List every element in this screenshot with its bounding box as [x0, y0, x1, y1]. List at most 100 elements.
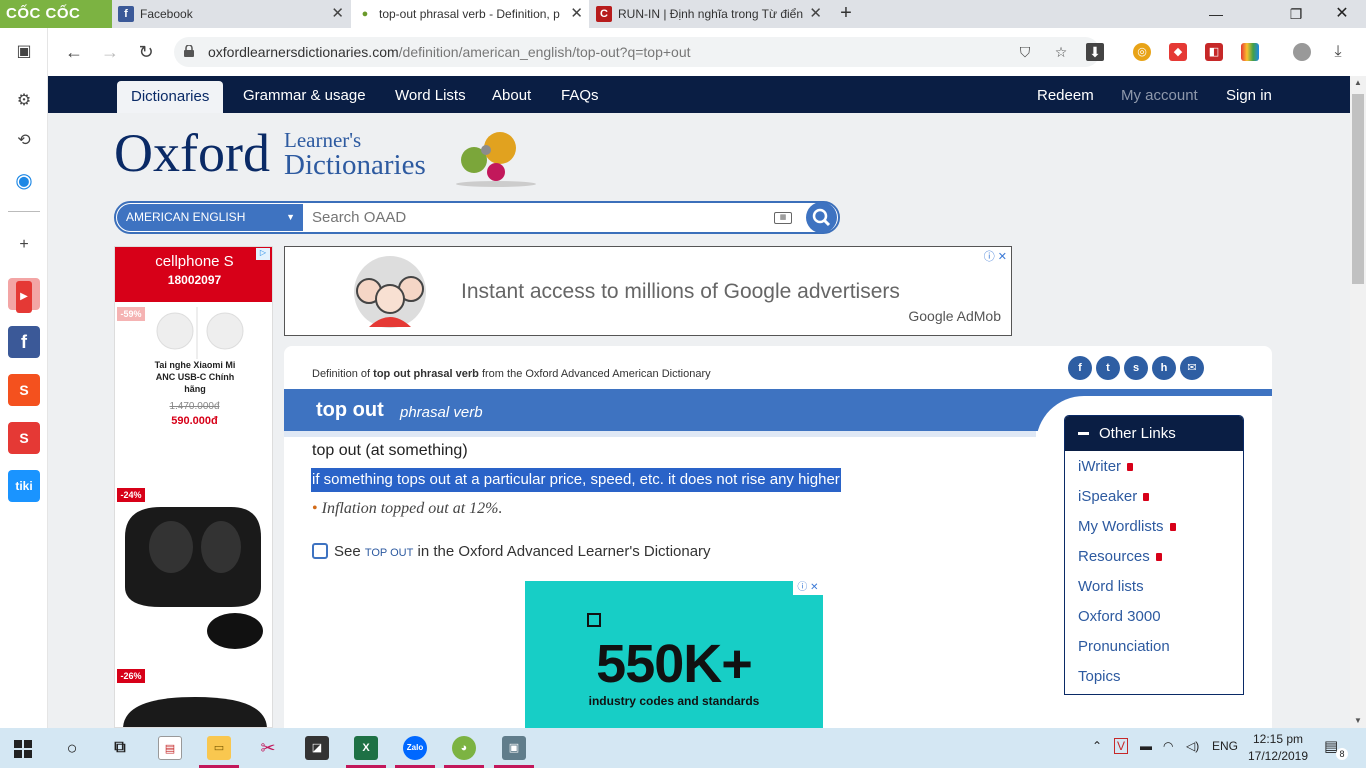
sidebar-toggle-icon[interactable]: ▣: [8, 36, 40, 68]
extension-red-icon[interactable]: ◧: [1205, 43, 1223, 61]
close-tab-icon[interactable]: ✕: [331, 0, 344, 28]
volume-icon[interactable]: ◁): [1186, 739, 1199, 753]
nav-grammar[interactable]: Grammar & usage: [243, 76, 366, 113]
adchoices-close-icon[interactable]: ⓘ ✕: [793, 581, 823, 595]
profile-avatar[interactable]: [1293, 43, 1311, 61]
task-view-icon[interactable]: ⧉: [108, 736, 132, 760]
facebook-share-icon[interactable]: f: [1068, 356, 1092, 380]
zalo-icon[interactable]: Zalo: [403, 736, 427, 760]
close-tab-icon[interactable]: ✕: [570, 0, 583, 28]
link-pronunciation[interactable]: Pronunciation: [1078, 638, 1170, 655]
twitter-share-icon[interactable]: t: [1096, 356, 1120, 380]
see-link[interactable]: TOP OUT: [365, 547, 414, 559]
sticky-app-icon[interactable]: ◪: [305, 736, 329, 760]
close-tab-icon[interactable]: ✕: [809, 0, 822, 28]
clock-time: 12:15 pm: [1252, 732, 1304, 746]
address-bar[interactable]: oxfordlearnersdictionaries.com/definitio…: [174, 37, 1104, 67]
dictionary-select[interactable]: AMERICAN ENGLISH ▼: [117, 204, 303, 231]
source-suffix: from the Oxford Advanced American Dictio…: [478, 368, 711, 380]
tab-cambridge[interactable]: C RUN-IN | Định nghĩa trong Từ điển ✕: [590, 0, 828, 28]
top-ad[interactable]: Instant access to millions of Google adv…: [284, 246, 1012, 336]
file-explorer-icon[interactable]: ▭: [207, 736, 231, 760]
scrollbar-thumb[interactable]: [1352, 94, 1364, 284]
nav-word-lists[interactable]: Word Lists: [395, 76, 466, 113]
nav-redeem[interactable]: Redeem: [1037, 76, 1094, 113]
nav-about[interactable]: About: [492, 76, 531, 113]
shopee-icon[interactable]: S: [8, 374, 40, 406]
download-page-icon[interactable]: ⬇: [1086, 43, 1104, 61]
reload-button[interactable]: ↻: [134, 40, 158, 64]
nav-faqs[interactable]: FAQs: [561, 76, 599, 113]
clock[interactable]: 12:15 pm 17/12/2019: [1246, 731, 1310, 765]
new-tab-button[interactable]: +: [836, 0, 856, 28]
adchoices-close-icon[interactable]: ⓘ ✕: [984, 248, 1007, 264]
windows-start-icon[interactable]: [14, 740, 32, 758]
app-icon[interactable]: ▤: [158, 736, 182, 760]
nav-my-account[interactable]: My account: [1121, 76, 1198, 113]
link-iwriter[interactable]: iWriter: [1078, 458, 1134, 475]
keyboard-icon[interactable]: ▦: [774, 212, 792, 224]
link-resources[interactable]: Resources: [1078, 548, 1162, 565]
nav-sign-in[interactable]: Sign in: [1226, 76, 1272, 113]
tab-oxford[interactable]: ● top-out phrasal verb - Definition, p ✕: [351, 0, 589, 28]
url-text[interactable]: oxfordlearnersdictionaries.com/definitio…: [208, 37, 691, 67]
bottom-ad[interactable]: ⓘ ✕ 550K+ industry codes and standards: [525, 581, 823, 728]
add-icon[interactable]: +: [8, 229, 40, 261]
page-scrollbar[interactable]: ▲ ▼: [1350, 76, 1366, 728]
facebook-sidebar-icon[interactable]: f: [8, 326, 40, 358]
star-icon[interactable]: ☆: [1052, 43, 1070, 61]
stumbleupon-share-icon[interactable]: s: [1124, 356, 1148, 380]
close-window-button[interactable]: ✕: [1322, 0, 1362, 28]
shield-icon[interactable]: ⛉: [1016, 43, 1034, 61]
sendo-icon[interactable]: S: [8, 422, 40, 454]
tiki-icon[interactable]: tiki: [8, 470, 40, 502]
link-ispeaker[interactable]: iSpeaker: [1078, 488, 1150, 505]
link-oxford-3000[interactable]: Oxford 3000: [1078, 608, 1161, 625]
people-illustration: [354, 256, 426, 328]
downloads-icon[interactable]: ⤓: [1329, 43, 1347, 61]
link-word-lists[interactable]: Word lists: [1078, 578, 1144, 595]
forward-button[interactable]: →: [98, 40, 122, 64]
extension-icon[interactable]: ◎: [1133, 43, 1151, 61]
email-share-icon[interactable]: ✉: [1180, 356, 1204, 380]
link-my-wordlists[interactable]: My Wordlists: [1078, 518, 1176, 535]
search-input[interactable]: [312, 205, 762, 230]
battery-icon[interactable]: ▬: [1140, 739, 1152, 753]
scroll-down-icon[interactable]: ▼: [1350, 714, 1366, 728]
definition[interactable]: if something tops out at a particular pr…: [311, 468, 841, 492]
adchoices-icon[interactable]: ▷: [256, 248, 270, 260]
extension-color-icon[interactable]: [1241, 43, 1259, 61]
nav-dictionaries[interactable]: Dictionaries: [117, 81, 224, 113]
settings-icon[interactable]: ⚙: [8, 85, 40, 117]
ad-brand-admob: AdMob: [953, 308, 1001, 324]
youtube-icon[interactable]: ▶: [8, 278, 40, 313]
language-indicator[interactable]: ENG: [1212, 739, 1238, 753]
history-icon[interactable]: ⟲: [8, 125, 40, 157]
messenger-icon[interactable]: ◉: [8, 165, 40, 197]
tab-facebook[interactable]: f Facebook ✕: [112, 0, 350, 28]
other-links-header[interactable]: Other Links: [1065, 416, 1243, 451]
restore-button[interactable]: ❐: [1276, 0, 1316, 28]
excel-icon[interactable]: X: [354, 736, 378, 760]
snipping-tool-icon[interactable]: ✂: [256, 736, 280, 760]
reddit-share-icon[interactable]: h: [1152, 356, 1176, 380]
adblock-icon[interactable]: ◆: [1169, 43, 1187, 61]
sidebar-divider: [8, 211, 40, 212]
coccoc-logo[interactable]: CỐC CỐC: [0, 0, 112, 28]
minimize-button[interactable]: —: [1196, 0, 1236, 28]
ad-text: Instant access to millions of Google adv…: [461, 280, 900, 303]
lock-icon[interactable]: [184, 45, 194, 57]
coccoc-taskbar-icon[interactable]: ◕: [452, 736, 476, 760]
ad-brand: cellphone S: [155, 253, 234, 270]
logo-oxford[interactable]: Oxford: [114, 126, 270, 180]
tray-chevron-icon[interactable]: ⌃: [1092, 739, 1102, 753]
scroll-up-icon[interactable]: ▲: [1350, 76, 1366, 90]
search-button[interactable]: [806, 202, 837, 233]
app-icon[interactable]: ▣: [502, 736, 526, 760]
back-button[interactable]: ←: [62, 40, 86, 64]
link-topics[interactable]: Topics: [1078, 668, 1121, 685]
search-taskbar-icon[interactable]: ○: [60, 736, 84, 760]
vietkey-icon[interactable]: V: [1114, 738, 1129, 754]
wifi-icon[interactable]: ◠: [1163, 739, 1173, 753]
left-ad[interactable]: cellphone S 18002097 ▷ -59% Tai nghe Xia…: [114, 246, 273, 728]
